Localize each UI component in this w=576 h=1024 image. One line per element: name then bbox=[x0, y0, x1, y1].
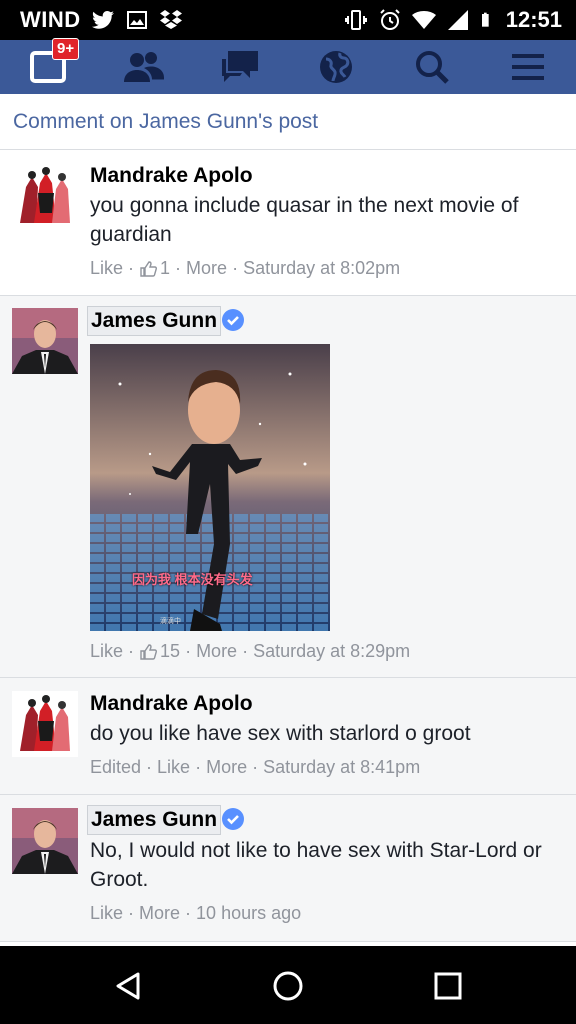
nav-notifications[interactable]: 9+ bbox=[12, 38, 84, 94]
carrier-name: WIND bbox=[20, 7, 81, 32]
home-icon bbox=[273, 971, 303, 1001]
separator: · bbox=[175, 258, 182, 278]
nav-search[interactable] bbox=[396, 40, 468, 94]
nav-globe[interactable] bbox=[300, 40, 372, 94]
wifi-icon bbox=[411, 11, 436, 29]
twitter-icon bbox=[91, 11, 114, 29]
post-header-link[interactable]: Comment on James Gunn's post bbox=[13, 110, 318, 134]
avatar[interactable] bbox=[12, 808, 78, 874]
avatar-image bbox=[12, 808, 78, 874]
separator: · bbox=[232, 258, 239, 278]
avatar-image bbox=[12, 691, 78, 757]
globe-icon bbox=[320, 51, 352, 83]
comment-text: do you like have sex with starlord o gro… bbox=[90, 722, 471, 745]
verified-badge-icon bbox=[222, 808, 244, 830]
signal-icon bbox=[447, 10, 468, 30]
nav-friends[interactable] bbox=[108, 40, 180, 94]
comment-item: Mandrake Apolo you gonna include quasar … bbox=[0, 150, 576, 296]
nav-menu[interactable] bbox=[492, 40, 564, 94]
like-link[interactable]: Like bbox=[90, 258, 123, 279]
menu-icon bbox=[512, 54, 544, 80]
gallery-icon bbox=[126, 11, 147, 29]
clock: 12:51 bbox=[505, 7, 562, 32]
separator: · bbox=[146, 757, 153, 777]
system-nav-bar bbox=[0, 946, 576, 1024]
image-caption: 因为我 根本没有头发 bbox=[132, 572, 253, 587]
like-count[interactable]: 15 bbox=[160, 641, 180, 662]
thumbs-up-icon bbox=[140, 643, 158, 660]
status-bar: WIND 12:51 bbox=[0, 0, 576, 40]
nav-messages[interactable] bbox=[204, 40, 276, 94]
comment-meta: Like · 15 · More · Saturday at 8:29pm bbox=[90, 641, 410, 662]
separator: · bbox=[128, 258, 135, 278]
home-button[interactable] bbox=[266, 964, 310, 1008]
avatar[interactable] bbox=[12, 163, 78, 229]
separator: · bbox=[242, 641, 249, 661]
friends-icon bbox=[124, 52, 164, 82]
like-link[interactable]: Like bbox=[90, 641, 123, 662]
like-count[interactable]: 1 bbox=[160, 258, 170, 279]
more-link[interactable]: More bbox=[139, 903, 180, 924]
comment-author[interactable]: James Gunn bbox=[87, 805, 222, 835]
edited-link[interactable]: Edited bbox=[90, 757, 141, 778]
back-icon bbox=[116, 972, 140, 1000]
comment-text: you gonna include quasar in the next mov… bbox=[90, 194, 519, 246]
recents-icon bbox=[434, 972, 462, 1000]
avatar-image bbox=[12, 163, 78, 229]
verified-badge-icon bbox=[222, 309, 244, 331]
like-link[interactable]: Like bbox=[157, 757, 190, 778]
comment-meta: Like · More · 10 hours ago bbox=[90, 903, 301, 924]
notifications-badge: 9+ bbox=[52, 38, 80, 60]
comment-timestamp[interactable]: Saturday at 8:29pm bbox=[253, 641, 410, 662]
thumbs-up-icon bbox=[140, 260, 158, 277]
separator: · bbox=[128, 641, 135, 661]
dropbox-icon bbox=[159, 10, 182, 29]
separator: · bbox=[185, 641, 192, 661]
comment-timestamp[interactable]: Saturday at 8:02pm bbox=[243, 258, 400, 279]
messages-icon bbox=[222, 51, 258, 82]
comment-author[interactable]: James Gunn bbox=[87, 306, 222, 336]
avatar[interactable] bbox=[12, 691, 78, 757]
like-link[interactable]: Like bbox=[90, 903, 123, 924]
facebook-nav-bar: 9+ bbox=[0, 38, 576, 94]
more-link[interactable]: More bbox=[186, 258, 227, 279]
post-header: Comment on James Gunn's post bbox=[0, 94, 576, 150]
back-button[interactable] bbox=[106, 964, 150, 1008]
avatar-image bbox=[12, 308, 78, 374]
comment-meta: Like · 1 · More · Saturday at 8:02pm bbox=[90, 258, 400, 279]
battery-icon bbox=[481, 12, 489, 27]
comment-item: James Gunn No, I would not like to have … bbox=[0, 795, 576, 942]
comment-photo[interactable]: 因为我 根本没有头发 滴滴中 bbox=[90, 344, 330, 631]
recents-button[interactable] bbox=[426, 964, 470, 1008]
comment-meta: Edited · Like · More · Saturday at 8:41p… bbox=[90, 757, 420, 778]
separator: · bbox=[128, 903, 135, 923]
more-link[interactable]: More bbox=[196, 641, 237, 662]
comment-author[interactable]: Mandrake Apolo bbox=[90, 164, 253, 188]
vibrate-icon bbox=[344, 10, 367, 30]
search-icon bbox=[416, 51, 449, 84]
avatar[interactable] bbox=[12, 308, 78, 374]
comment-item: Mandrake Apolo do you like have sex with… bbox=[0, 678, 576, 795]
alarm-icon bbox=[380, 9, 400, 30]
comment-author[interactable]: Mandrake Apolo bbox=[90, 692, 253, 716]
comment-timestamp[interactable]: 10 hours ago bbox=[196, 903, 301, 924]
more-link[interactable]: More bbox=[206, 757, 247, 778]
comment-item: James Gunn 因为我 根本没有头发 滴滴中 Like · 15 · Mo… bbox=[0, 296, 576, 678]
image-watermark: 滴滴中 bbox=[160, 618, 181, 625]
separator: · bbox=[252, 757, 259, 777]
separator: · bbox=[185, 903, 192, 923]
comment-text: No, I would not like to have sex with St… bbox=[90, 839, 542, 891]
comment-timestamp[interactable]: Saturday at 8:41pm bbox=[263, 757, 420, 778]
separator: · bbox=[195, 757, 202, 777]
